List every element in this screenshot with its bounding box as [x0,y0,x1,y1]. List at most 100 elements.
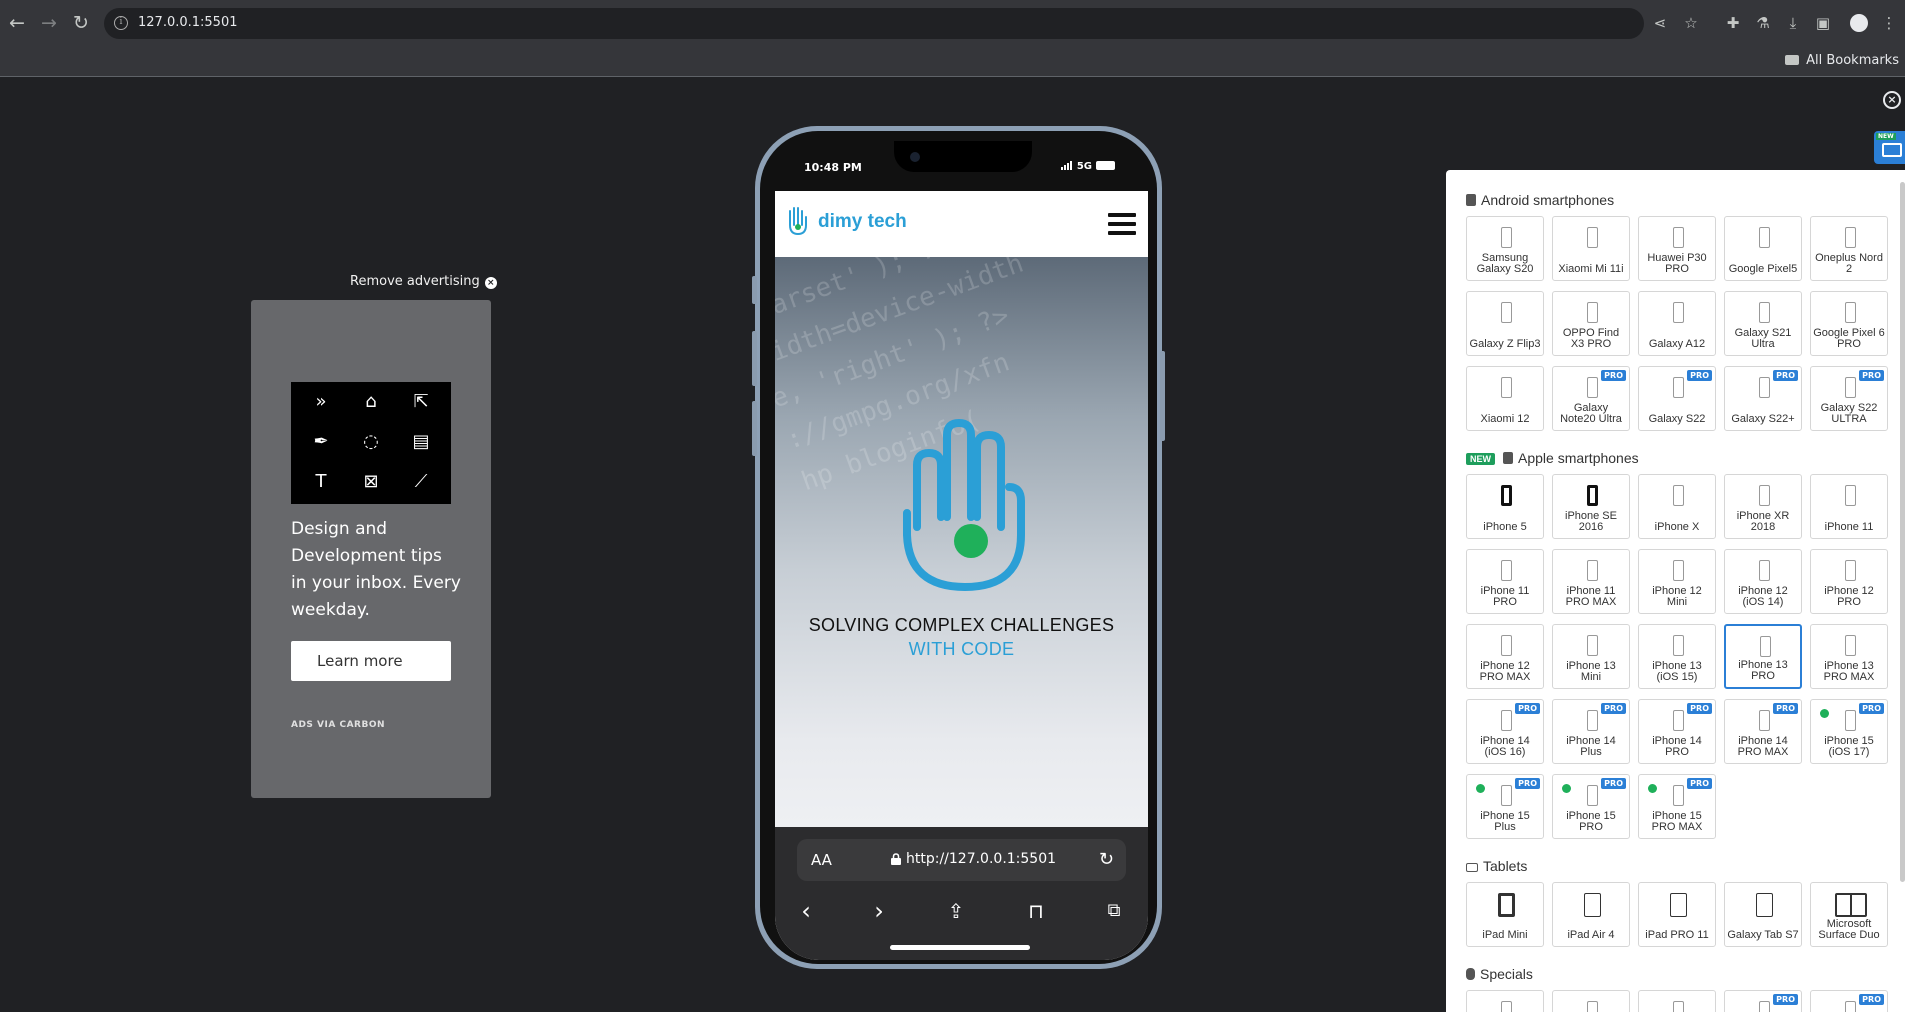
device-label: Oneplus Nord 2 [1815,252,1883,275]
all-bookmarks-button[interactable]: All Bookmarks [1785,53,1899,68]
device-option[interactable]: iPhone 14 PRO MAX PRO [1724,699,1802,764]
menu-icon[interactable]: ⋮ [1879,13,1899,33]
device-option[interactable]: Samsung Galaxy S20 [1466,216,1544,281]
site-info-icon[interactable]: i [114,16,128,30]
safari-forward-icon[interactable]: › [864,897,894,925]
lock-icon [891,853,901,865]
device-option[interactable]: iPhone 13 PRO MAX [1810,624,1888,689]
device-option[interactable]: iPhone 15 Plus PRO [1466,774,1544,839]
reload-icon[interactable]: ↻ [70,12,92,34]
cursor-plus-icon: ⇱ [413,391,429,412]
device-option[interactable]: iPhone 12 PRO [1810,549,1888,614]
device-option[interactable]: Galaxy Note20 Ultra PRO [1552,366,1630,431]
profile-avatar[interactable] [1850,14,1868,32]
device-option[interactable]: iPad Air 4 [1552,882,1630,947]
tablet-dark-icon [1498,893,1515,917]
hamburger-menu-icon[interactable] [1108,213,1136,235]
download-icon[interactable]: ⤓ [1783,13,1803,33]
device-label: Galaxy S21 Ultra [1734,327,1792,350]
pro-badge: PRO [1687,370,1712,381]
device-option[interactable]: iPhone 12 PRO MAX [1466,624,1544,689]
device-option[interactable]: iPhone SE 2016 [1552,474,1630,539]
device-option[interactable]: Xiaomi Mi 11i [1552,216,1630,281]
ad-image[interactable]: » ⌂ ⇱ ✒ ◌ ▤ T ⊠ ⟋ [291,382,451,504]
side-panel-icon[interactable]: ▣ [1813,13,1833,33]
device-option[interactable]: iPhone 14 (iOS 16) PRO [1466,699,1544,764]
hand-logo-icon[interactable] [786,205,810,237]
forward-icon[interactable]: → [38,12,60,34]
device-option[interactable]: Galaxy A12 [1638,291,1716,356]
device-option[interactable]: iPhone 5 [1466,474,1544,539]
device-option[interactable]: iPhone X [1638,474,1716,539]
device-option[interactable] [1638,990,1716,1012]
safari-address-text[interactable]: http://127.0.0.1:5501 [906,851,1056,867]
device-option[interactable]: iPad PRO 11 [1638,882,1716,947]
device-option[interactable]: iPhone 15 PRO PRO [1552,774,1630,839]
device-option[interactable]: iPhone 11 [1810,474,1888,539]
safari-share-icon[interactable]: ⇪ [941,897,971,925]
panel-close-icon[interactable]: × [1883,91,1901,109]
device-option[interactable]: iPhone 11 PRO MAX [1552,549,1630,614]
device-option[interactable]: Galaxy S22 ULTRA PRO [1810,366,1888,431]
device-label: iPhone 11 [1824,521,1874,533]
device-option[interactable]: OPPO Find X3 PRO [1552,291,1630,356]
labs-icon[interactable]: ⚗ [1753,13,1773,33]
device-option[interactable]: Galaxy Tab S7 [1724,882,1802,947]
device-option[interactable]: iPhone 12 Mini [1638,549,1716,614]
device-option[interactable]: iPhone 12 (iOS 14) [1724,549,1802,614]
ad-text[interactable]: Design and Development tips in your inbo… [291,516,461,624]
address-bar[interactable]: i 127.0.0.1:5501 [104,8,1644,39]
device-option[interactable]: Oneplus Nord 2 [1810,216,1888,281]
device-option[interactable]: PRO [1724,990,1802,1012]
device-option[interactable]: Galaxy Z Flip3 [1466,291,1544,356]
bookmark-star-icon[interactable]: ☆ [1681,13,1701,33]
device-option[interactable]: Google Pixel 6 PRO [1810,291,1888,356]
device-option[interactable]: iPhone 13 PRO [1724,624,1802,689]
safari-tabs-icon[interactable]: ⧉ [1099,897,1129,925]
device-label: Xiaomi Mi 11i [1558,263,1624,275]
device-option[interactable] [1552,990,1630,1012]
safari-reload-icon[interactable]: ↻ [1099,849,1114,870]
device-option[interactable]: Galaxy S22 PRO [1638,366,1716,431]
safari-address-bar[interactable]: AA http://127.0.0.1:5501 ↻ [797,839,1126,881]
hero-title: SOLVING COMPLEX CHALLENGES [808,615,1115,635]
share-icon[interactable]: ⋖ [1650,13,1670,33]
device-option[interactable]: iPhone XR 2018 [1724,474,1802,539]
device-option[interactable]: iPhone 13 (iOS 15) [1638,624,1716,689]
learn-more-button[interactable]: Learn more [291,641,451,681]
device-label: OPPO Find X3 PRO [1562,327,1620,350]
device-label: Xiaomi 12 [1480,413,1530,425]
reader-aa-button[interactable]: AA [811,851,832,869]
device-option[interactable]: Galaxy S21 Ultra [1724,291,1802,356]
new-badge: NEW [1466,453,1495,465]
device-option[interactable]: Huawei P30 PRO [1638,216,1716,281]
extensions-icon[interactable]: ✚ [1723,13,1743,33]
brand-name[interactable]: dimy tech [818,211,907,233]
device-option[interactable]: PRO [1810,990,1888,1012]
device-option[interactable]: Google Pixel5 [1724,216,1802,281]
panel-scrollbar[interactable] [1900,182,1905,882]
device-option[interactable]: Xiaomi 12 [1466,366,1544,431]
safari-back-icon[interactable]: ‹ [791,897,821,925]
device-option[interactable]: iPhone 15 (iOS 17) PRO [1810,699,1888,764]
device-option[interactable]: iPhone 15 PRO MAX PRO [1638,774,1716,839]
device-label: Galaxy S22 [1648,413,1706,425]
device-option[interactable]: Galaxy S22+ PRO [1724,366,1802,431]
phone-icon [1501,1001,1512,1012]
ads-via-carbon-link[interactable]: ADS VIA CARBON [291,720,385,730]
image-placeholder-icon: ⊠ [363,471,379,492]
device-option[interactable]: iPhone 13 Mini [1552,624,1630,689]
safari-bookmarks-icon[interactable]: ⊓ [1021,897,1051,925]
pro-badge: PRO [1773,994,1798,1005]
remove-advertising-link[interactable]: Remove advertising × [350,274,497,289]
device-option[interactable]: iPhone 14 Plus PRO [1552,699,1630,764]
device-option[interactable]: iPhone 11 PRO [1466,549,1544,614]
device-option[interactable]: Microsoft Surface Duo [1810,882,1888,947]
responsive-panel-toggle[interactable]: NEW [1874,131,1905,164]
device-option[interactable] [1466,990,1544,1012]
device-option[interactable]: iPad Mini [1466,882,1544,947]
address-text[interactable]: 127.0.0.1:5501 [138,15,238,30]
device-label: iPhone 14 (iOS 16) [1480,735,1530,758]
back-icon[interactable]: ← [6,12,28,34]
device-option[interactable]: iPhone 14 PRO PRO [1638,699,1716,764]
